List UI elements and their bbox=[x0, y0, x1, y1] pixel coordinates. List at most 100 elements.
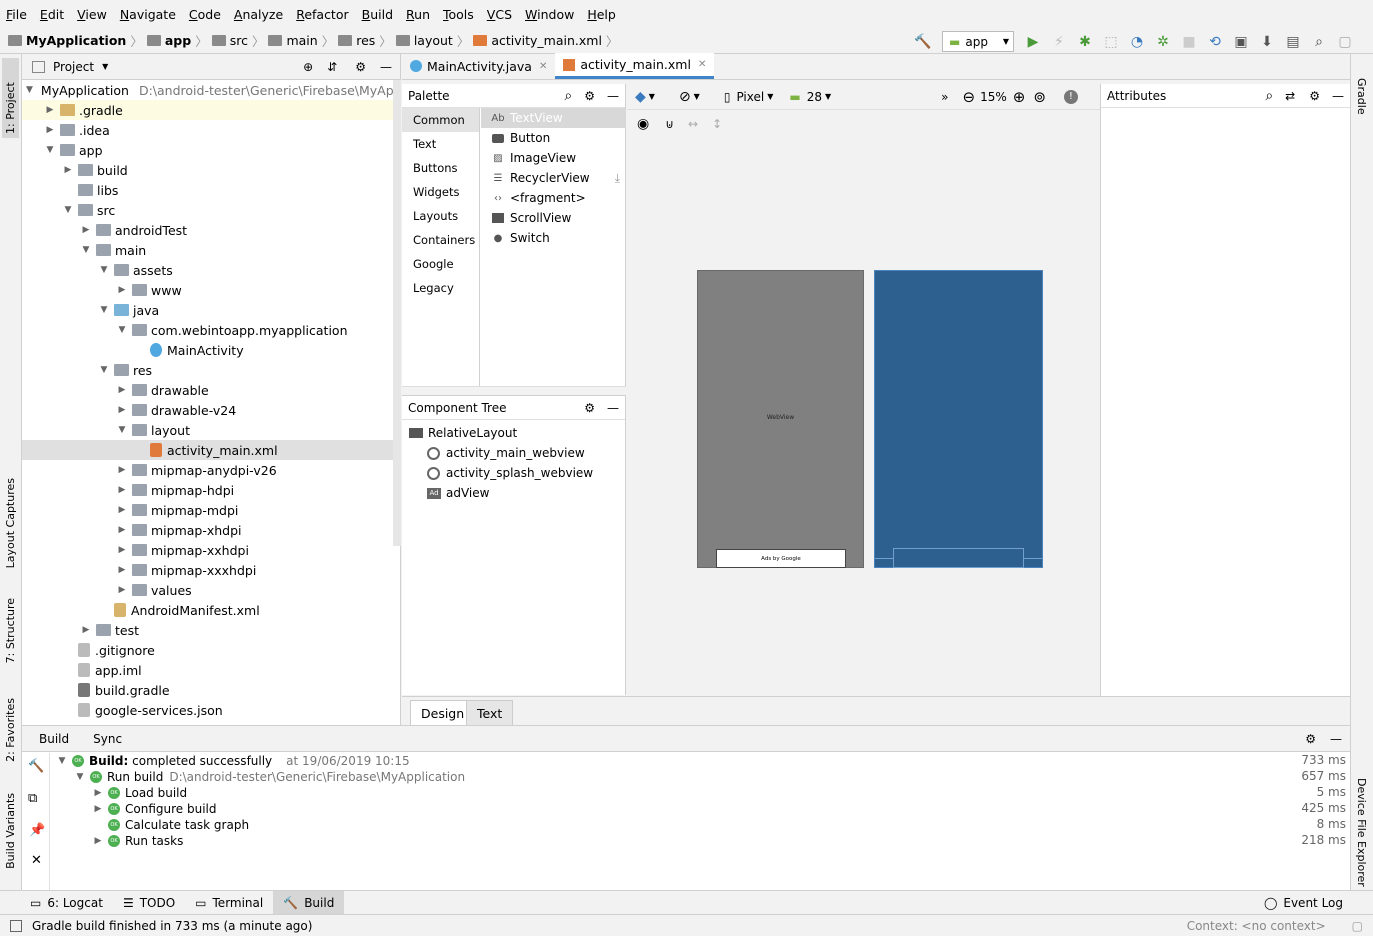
tree-item[interactable]: ▶ test bbox=[22, 620, 401, 640]
tree-item[interactable]: ▶ mipmap-xhdpi bbox=[22, 520, 401, 540]
tree-item[interactable]: ▶ values bbox=[22, 580, 401, 600]
hammer-icon[interactable]: 🔨 bbox=[28, 759, 44, 774]
zoom-out-icon[interactable]: ⊖ bbox=[962, 88, 975, 106]
tree-item[interactable]: libs bbox=[22, 180, 401, 200]
gear-icon[interactable]: ⚙ bbox=[355, 60, 366, 74]
tree-item[interactable]: ▶ drawable bbox=[22, 380, 401, 400]
download-icon[interactable]: ⤓ bbox=[615, 171, 620, 186]
lock-icon[interactable]: ▢ bbox=[1352, 919, 1363, 933]
task-row[interactable]: ▶ OK Configure build bbox=[92, 801, 217, 817]
task-row[interactable]: ▶ OK Load build bbox=[92, 785, 188, 801]
tab-todo[interactable]: ☰ TODO bbox=[113, 891, 185, 915]
close-icon[interactable]: ✕ bbox=[31, 853, 42, 868]
tree-item[interactable]: app.iml bbox=[22, 660, 401, 680]
tree-item[interactable]: ▶ mipmap-xxhdpi bbox=[22, 540, 401, 560]
tree-node-webview[interactable]: activity_splash_webview bbox=[402, 463, 625, 483]
palette-item-imageview[interactable]: ▨ ImageView bbox=[481, 148, 626, 168]
target-icon[interactable]: ⊕ bbox=[303, 60, 313, 74]
warning-icon[interactable]: ! bbox=[1063, 89, 1078, 104]
expand-horizontal-icon[interactable]: ↔ bbox=[688, 117, 698, 131]
project-view-selector[interactable]: Project bbox=[53, 60, 94, 74]
tree-item[interactable]: ▶ .gradle bbox=[22, 100, 401, 120]
tree-node-relativelayout[interactable]: RelativeLayout bbox=[402, 423, 625, 443]
menu-build[interactable]: Build bbox=[362, 7, 393, 22]
apply-changes-icon[interactable]: ⚡ bbox=[1051, 34, 1067, 50]
tree-item[interactable]: ▶ build bbox=[22, 160, 401, 180]
layers-icon[interactable]: ◆ bbox=[635, 89, 646, 105]
tree-item[interactable]: build.gradle bbox=[22, 680, 401, 700]
menu-file[interactable]: File bbox=[6, 7, 27, 22]
palette-category-google[interactable]: Google bbox=[402, 252, 479, 276]
tree-item-root[interactable]: ▼ MyApplication D:\android-tester\Generic\… bbox=[22, 80, 401, 100]
sync-gradle-icon[interactable]: ⟲ bbox=[1207, 34, 1223, 50]
tree-item[interactable]: ▼ assets bbox=[22, 260, 401, 280]
breadcrumb-res[interactable]: res 〉 bbox=[338, 31, 392, 50]
gear-icon[interactable]: ⚙ bbox=[1305, 732, 1316, 746]
chevron-down-icon[interactable]: ▼ bbox=[767, 92, 773, 101]
palette-item-scrollview[interactable]: ScrollView bbox=[481, 208, 626, 228]
blueprint-adview[interactable] bbox=[893, 548, 1024, 568]
tree-item[interactable]: ▶ drawable-v24 bbox=[22, 400, 401, 420]
minimize-icon[interactable]: — bbox=[1330, 732, 1342, 746]
breadcrumb-project[interactable]: MyApplication 〉 bbox=[8, 31, 143, 50]
palette-category-text[interactable]: Text bbox=[402, 132, 479, 156]
menu-help[interactable]: Help bbox=[587, 7, 616, 22]
zoom-fit-icon[interactable]: ⊚ bbox=[1033, 88, 1046, 106]
tab-activity-main-xml[interactable]: activity_main.xml ✕ bbox=[555, 53, 715, 79]
tree-item[interactable]: ▼ app bbox=[22, 140, 401, 160]
tree-item[interactable]: ▶ .idea bbox=[22, 120, 401, 140]
menu-run[interactable]: Run bbox=[406, 7, 430, 22]
tab-logcat[interactable]: ▭ 6: Logcat bbox=[20, 891, 113, 915]
menu-analyze[interactable]: Analyze bbox=[234, 7, 283, 22]
tree-item[interactable]: ▶ mipmap-anydpi-v26 bbox=[22, 460, 401, 480]
toggle-tool-windows-icon[interactable] bbox=[10, 919, 22, 932]
close-icon[interactable]: ✕ bbox=[698, 59, 706, 70]
gear-icon[interactable]: ⚙ bbox=[584, 401, 595, 415]
gear-icon[interactable]: ⚙ bbox=[584, 89, 595, 103]
palette-item-textview[interactable]: Ab TextView bbox=[481, 108, 626, 128]
breadcrumb-file[interactable]: activity_main.xml 〉 bbox=[473, 31, 618, 50]
palette-item-fragment[interactable]: ‹› <fragment> bbox=[481, 188, 626, 208]
tab-terminal[interactable]: ▭ Terminal bbox=[185, 891, 273, 915]
eye-icon[interactable]: ◉ bbox=[637, 116, 649, 132]
hammer-icon[interactable]: 🔨 bbox=[914, 34, 931, 50]
tree-item[interactable]: ▶ mipmap-mdpi bbox=[22, 500, 401, 520]
menu-edit[interactable]: Edit bbox=[40, 7, 64, 22]
chevron-down-icon[interactable]: ▼ bbox=[694, 92, 700, 101]
tab-sync[interactable]: Sync bbox=[93, 732, 122, 746]
palette-category-widgets[interactable]: Widgets bbox=[402, 180, 479, 204]
coverage-icon[interactable]: ✲ bbox=[1155, 34, 1171, 50]
tab-structure[interactable]: 7: Structure bbox=[2, 594, 19, 667]
task-row[interactable]: OK Calculate task graph bbox=[92, 817, 249, 833]
collapse-icon[interactable]: ⇵ bbox=[327, 60, 337, 74]
gear-icon[interactable]: ⚙ bbox=[1309, 89, 1320, 103]
tab-mainactivity[interactable]: MainActivity.java ✕ bbox=[402, 53, 555, 79]
tree-item[interactable]: .gitignore bbox=[22, 640, 401, 660]
blueprint-preview[interactable] bbox=[874, 270, 1043, 568]
tab-build[interactable]: 🔨 Build bbox=[273, 890, 345, 915]
tree-item[interactable]: ▼ main bbox=[22, 240, 401, 260]
build-result-row[interactable]: ▼ OK Build: completed successfully at 19/… bbox=[56, 753, 410, 769]
minimize-icon[interactable]: — bbox=[380, 60, 392, 74]
chevron-down-icon[interactable]: ▼ bbox=[649, 92, 655, 101]
zoom-in-icon[interactable]: ⊕ bbox=[1013, 88, 1026, 106]
menu-tools[interactable]: Tools bbox=[443, 7, 474, 22]
expand-vertical-icon[interactable]: ↕ bbox=[712, 117, 722, 131]
tree-item[interactable]: ▼ res bbox=[22, 360, 401, 380]
menu-refactor[interactable]: Refactor bbox=[296, 7, 348, 22]
tab-text[interactable]: Text bbox=[466, 700, 514, 726]
tab-device-file-explorer[interactable]: Device File Explorer bbox=[1355, 778, 1368, 887]
tab-gradle[interactable]: Gradle bbox=[1355, 78, 1368, 115]
menu-code[interactable]: Code bbox=[189, 7, 221, 22]
adview-preview[interactable]: Ads by Google bbox=[716, 549, 846, 568]
sdk-manager-icon[interactable]: ⬇ bbox=[1259, 34, 1275, 50]
tree-item[interactable]: ▶ mipmap-xxxhdpi bbox=[22, 560, 401, 580]
task-row[interactable]: ▶ OK Run tasks bbox=[92, 833, 184, 849]
search-icon[interactable]: ⌕ bbox=[564, 88, 572, 104]
tree-item[interactable]: ▶ mipmap-hdpi bbox=[22, 480, 401, 500]
menu-window[interactable]: Window bbox=[525, 7, 574, 22]
device-icon[interactable]: ▯ bbox=[724, 90, 731, 104]
breadcrumb-app[interactable]: app 〉 bbox=[146, 31, 208, 50]
run-icon[interactable]: ▶ bbox=[1025, 34, 1041, 50]
search-icon[interactable]: ⌕ bbox=[1265, 88, 1273, 104]
